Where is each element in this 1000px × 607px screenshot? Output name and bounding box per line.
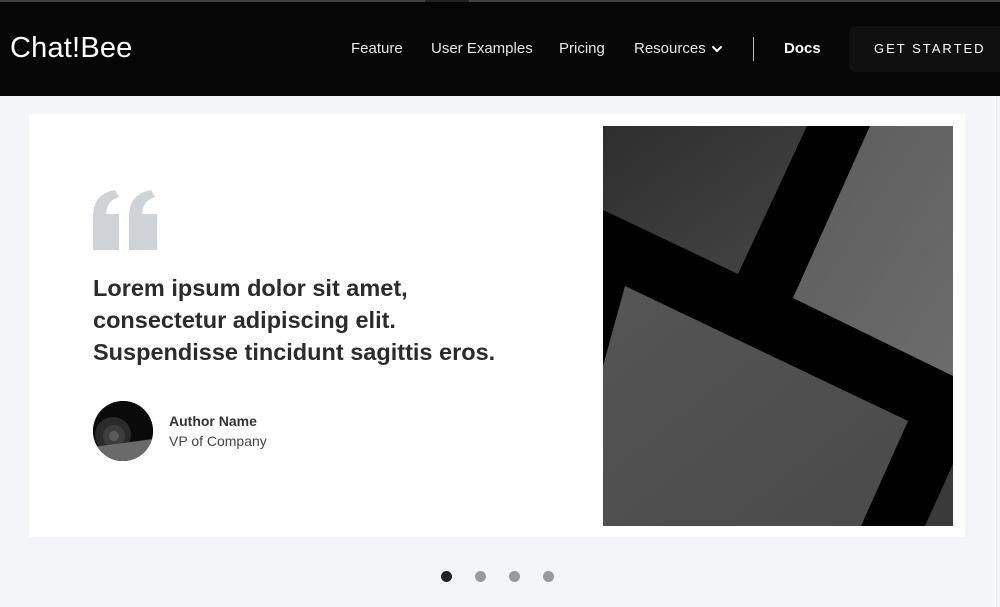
carousel-dot-3[interactable] <box>509 571 520 582</box>
nav-link-resources[interactable]: Resources <box>634 40 706 58</box>
get-started-button[interactable]: GET STARTED <box>849 26 1000 72</box>
author-role: VP of Company <box>169 433 267 449</box>
testimonial-image <box>603 126 953 526</box>
carousel-dot-4[interactable] <box>543 571 554 582</box>
quote-icon <box>93 190 157 250</box>
nav-link-feature[interactable]: Feature <box>351 40 403 58</box>
site-header: Chat!Bee Feature User Examples Pricing R… <box>0 2 1000 96</box>
author-avatar <box>93 401 153 461</box>
nav-link-docs[interactable]: Docs <box>784 40 821 58</box>
author-name: Author Name <box>169 413 257 429</box>
carousel-dot-1[interactable] <box>441 571 452 582</box>
testimonial-card: Lorem ipsum dolor sit amet, consectetur … <box>29 114 965 537</box>
testimonial-quote: Lorem ipsum dolor sit amet, consectetur … <box>93 275 496 365</box>
chevron-down-icon[interactable] <box>711 43 723 55</box>
carousel-pagination <box>0 570 1000 584</box>
nav-link-user-examples[interactable]: User Examples <box>431 40 533 58</box>
carousel-dot-2[interactable] <box>475 571 486 582</box>
nav-link-pricing[interactable]: Pricing <box>559 40 605 58</box>
site-logo[interactable]: Chat!Bee <box>10 32 133 64</box>
nav-divider <box>753 37 754 61</box>
scrollbar-track[interactable] <box>996 96 1000 607</box>
